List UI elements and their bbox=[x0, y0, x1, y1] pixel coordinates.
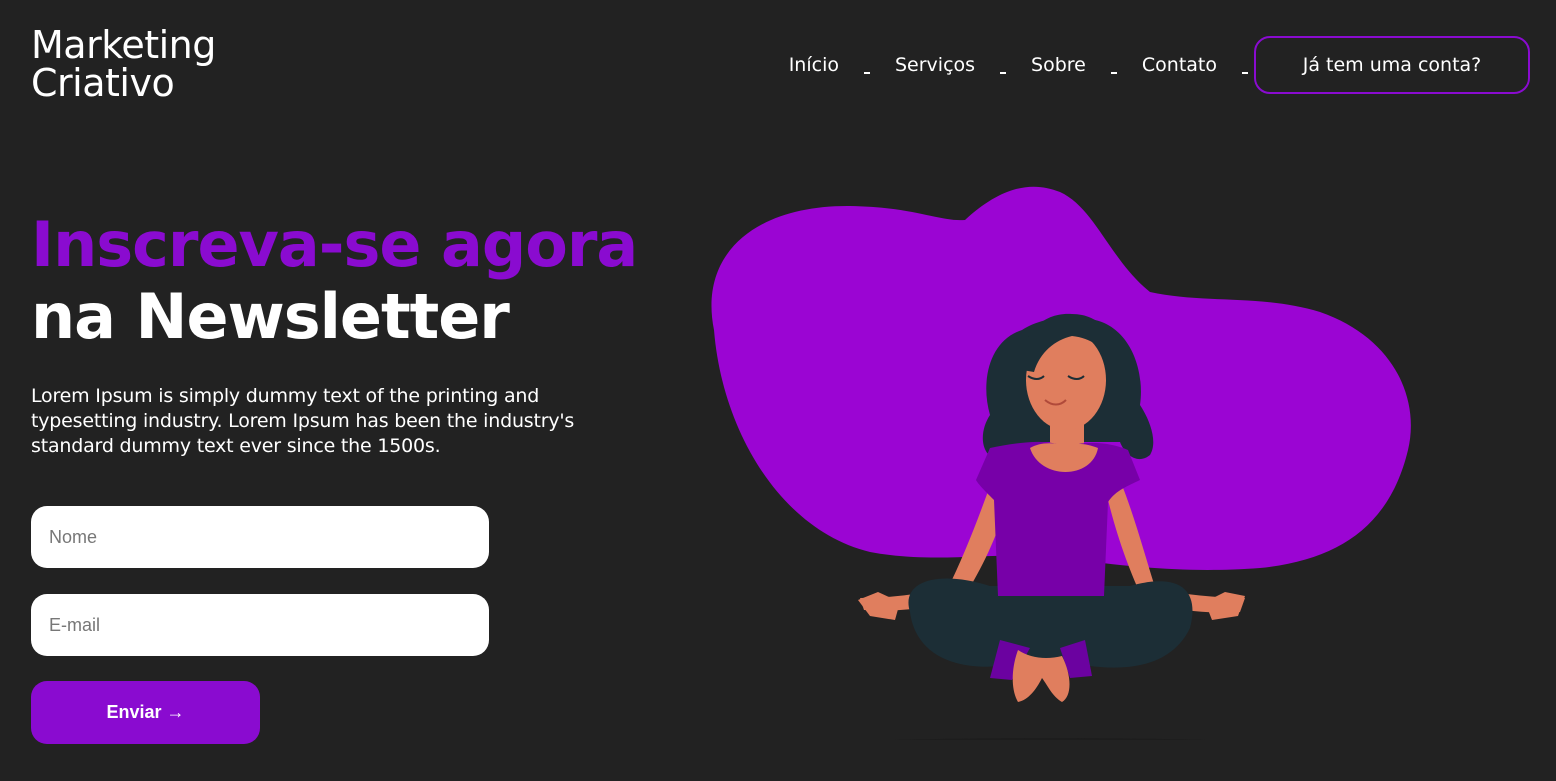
meditating-woman-illustration bbox=[711, 186, 1411, 740]
hero-description: Lorem Ipsum is simply dummy text of the … bbox=[31, 385, 575, 457]
nav-link-contato[interactable]: Contato bbox=[1142, 54, 1217, 76]
nav-separator bbox=[1110, 72, 1117, 74]
submit-button[interactable]: Enviar → bbox=[31, 681, 260, 744]
nav-link-sobre[interactable]: Sobre bbox=[1031, 54, 1086, 76]
main-nav: Início Serviços Sobre Contato Já tem uma… bbox=[789, 36, 1530, 94]
brand-line-2: Criativo bbox=[31, 61, 175, 105]
floor-shadow bbox=[891, 738, 1209, 740]
brand-logo[interactable]: Marketing Criativo bbox=[31, 26, 216, 102]
feet bbox=[1012, 650, 1070, 702]
right-hand bbox=[1205, 592, 1245, 620]
nav-separator bbox=[1242, 72, 1248, 74]
headline-accent: Inscreva-se agora bbox=[31, 208, 638, 281]
nav-separator bbox=[863, 72, 870, 74]
nav-link-servicos[interactable]: Serviços bbox=[895, 54, 975, 76]
name-input[interactable] bbox=[31, 506, 489, 568]
left-hand bbox=[858, 592, 900, 620]
login-button[interactable]: Já tem uma conta? bbox=[1254, 36, 1530, 94]
email-input[interactable] bbox=[31, 594, 489, 656]
nav-link-inicio[interactable]: Início bbox=[789, 54, 839, 76]
brand-line-1: Marketing bbox=[31, 23, 216, 67]
nav-separator bbox=[1000, 72, 1007, 74]
headline-main: na Newsletter bbox=[31, 280, 510, 353]
